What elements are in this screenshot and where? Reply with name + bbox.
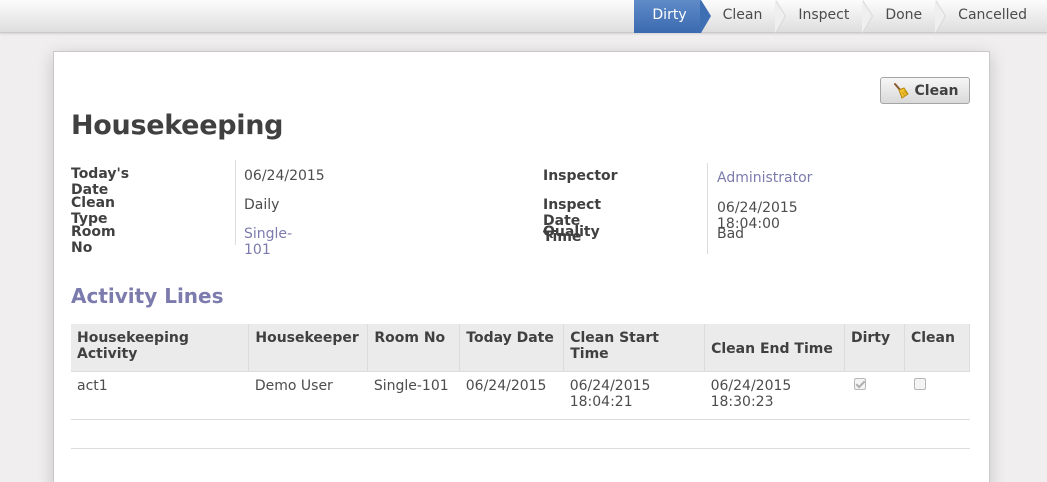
column-header[interactable]: Housekeeper [248,324,369,371]
cell-dirty [844,370,905,419]
cell-housekeeper: Demo User [248,370,368,419]
activity-lines-table: Housekeeping Activity Housekeeper Room N… [71,324,971,477]
form-sheet: Clean Housekeeping Today's Date 06/24/20… [53,51,990,482]
field-label: Inspector [543,168,618,184]
room-no-link[interactable]: Single-101 [244,226,292,258]
state-done[interactable]: Done [863,0,946,33]
state-inspect[interactable]: Inspect [776,0,874,33]
status-bar: Dirty Clean Inspect Done Cancelled [0,0,1047,33]
clean-checkbox[interactable] [914,377,927,390]
empty-cell [71,418,970,448]
todays-date-value: 06/24/2015 [244,168,325,184]
activity-lines-heading: Activity Lines [71,284,224,308]
inspector-link[interactable]: Administrator [717,170,812,186]
field-label: Today's Date [71,166,130,198]
field-divider [707,163,708,254]
clean-button[interactable]: Clean [880,77,970,104]
cell-clean-end: 06/24/2015 18:30:23 [704,370,845,419]
cell-clean [904,370,970,419]
cell-clean-start: 06/24/2015 18:04:21 [563,370,705,419]
state-pipeline: Dirty Clean Inspect Done Cancelled [634,0,1041,33]
clean-end-time: 18:30:23 [710,393,774,410]
cell-room: Single-101 [367,370,460,419]
page-title: Housekeeping [71,110,284,141]
column-header[interactable]: Clean Start Time [563,324,706,371]
column-header[interactable]: Housekeeping Activity [71,324,250,371]
table-header-row: Housekeeping Activity Housekeeper Room N… [71,324,971,371]
broom-icon [892,82,910,100]
dirty-checkbox[interactable] [854,377,867,390]
quality-value: Bad [717,226,745,242]
state-cancelled[interactable]: Cancelled [936,0,1041,33]
field-label: Quality [543,224,600,240]
column-header[interactable]: Clean End Time [704,324,845,371]
field-label: Room No [71,224,116,256]
table-row[interactable]: act1 Demo User Single-101 06/24/2015 06/… [71,370,970,419]
cell-activity: act1 [71,370,249,419]
clean-start-time: 18:04:21 [569,393,633,410]
empty-cell [71,447,970,477]
state-dirty[interactable]: Dirty [634,0,711,33]
clean-start-date: 06/24/2015 [569,377,651,394]
clean-type-value: Daily [244,197,280,213]
empty-row [71,418,970,448]
cell-today-date: 06/24/2015 [459,370,564,419]
field-divider [235,160,236,245]
column-header[interactable]: Room No [367,324,461,371]
field-label: Clean Type [71,195,115,227]
column-header[interactable]: Clean [904,324,971,371]
column-header[interactable]: Today Date [459,324,565,371]
empty-row [71,447,970,477]
clean-button-label: Clean [914,82,959,99]
column-header[interactable]: Dirty [844,324,905,371]
clean-end-date: 06/24/2015 [710,377,792,394]
state-clean[interactable]: Clean [701,0,787,33]
